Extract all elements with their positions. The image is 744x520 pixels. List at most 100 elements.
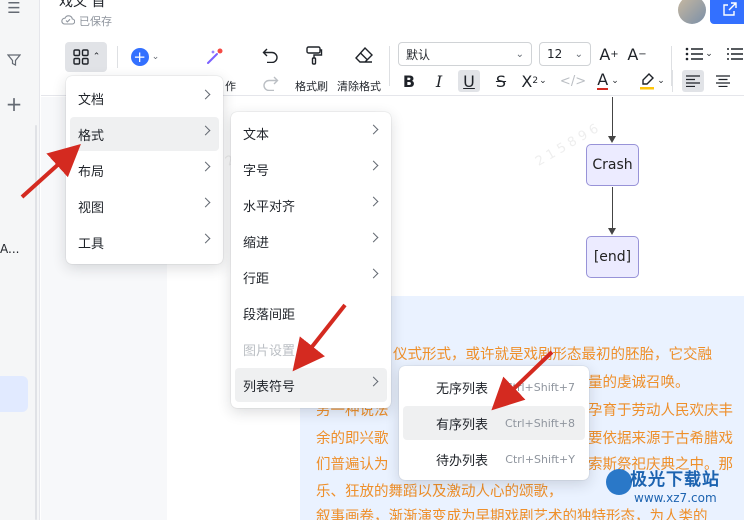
highlighter-icon: [640, 73, 655, 90]
text-line[interactable]: 余的即兴歌: [316, 430, 398, 448]
strikethrough-button[interactable]: S: [490, 70, 512, 92]
list-item-ordered[interactable]: 有序列表 Ctrl+Shift+8: [403, 406, 585, 440]
submenu-item-text[interactable]: 文本: [235, 116, 387, 150]
logo-name: 极光下载站: [630, 470, 720, 490]
chevron-down-icon: ⌄: [705, 49, 713, 59]
italic-button[interactable]: I: [428, 70, 450, 92]
format-painter-button[interactable]: [297, 42, 331, 68]
menu-item-view[interactable]: 视图: [70, 189, 219, 223]
list-icon: [685, 47, 704, 61]
bold-button[interactable]: B: [398, 70, 420, 92]
underline-button[interactable]: U: [458, 70, 480, 92]
code-icon[interactable]: </>: [560, 70, 586, 92]
chevron-right-icon: [200, 197, 211, 208]
list-item-label: 无序列表: [436, 381, 489, 397]
chevron-right-icon: [200, 233, 211, 244]
align-left-button[interactable]: [682, 70, 704, 92]
decrease-font-button[interactable]: A −: [625, 42, 649, 66]
clear-format-button[interactable]: [347, 42, 381, 68]
format-painter-label[interactable]: 格式刷: [295, 78, 328, 94]
text-line[interactable]: 要依据来源于古希腊戏: [588, 430, 744, 448]
add-icon[interactable]: +: [0, 90, 28, 118]
menu-grid-button[interactable]: ⌃: [65, 42, 107, 72]
text-line[interactable]: 们普遍认为: [316, 456, 398, 474]
cloud-check-icon: [61, 14, 76, 28]
align-center-button[interactable]: [712, 70, 734, 92]
text-line[interactable]: 量的虔诚召唤。: [588, 374, 744, 392]
sidebar-scrollbar[interactable]: [35, 125, 37, 520]
font-color-icon: A: [597, 70, 609, 90]
flow-edge: [612, 187, 613, 228]
highlight-button[interactable]: ⌄: [636, 70, 668, 92]
align-left-icon: [686, 75, 700, 87]
insert-button[interactable]: + ⌄: [127, 44, 163, 70]
magic-wand-icon: [207, 48, 223, 64]
logo-mark-icon: [606, 469, 632, 495]
collapse-sidebar-icon[interactable]: ☰: [0, 0, 28, 22]
submenu-item-indent[interactable]: 缩进: [235, 224, 387, 258]
submenu-item-label: 水平对齐: [243, 199, 296, 215]
sidebar-selected-item[interactable]: [0, 376, 28, 412]
ai-label[interactable]: 作: [225, 78, 236, 94]
list-item-label: 待办列表: [436, 453, 489, 469]
font-color-button[interactable]: A ⌄: [590, 70, 626, 92]
chevron-right-icon: [368, 232, 379, 243]
chevron-right-icon: [368, 376, 379, 387]
submenu-item-list-symbols[interactable]: 列表符号: [235, 368, 387, 402]
chevron-right-icon: [368, 160, 379, 171]
chevron-down-icon: ⌄: [151, 52, 160, 62]
document-title[interactable]: 戏文 首: [59, 0, 105, 11]
divider: [117, 46, 118, 68]
grid-icon: [73, 49, 89, 65]
more-list-button[interactable]: [725, 42, 744, 66]
filter-icon[interactable]: [0, 46, 28, 74]
save-status: 已保存: [61, 13, 112, 29]
chevron-right-icon: [200, 89, 211, 100]
undo-button[interactable]: [257, 44, 283, 66]
submenu-item-line-spacing[interactable]: 行距: [235, 260, 387, 294]
list-item-todo[interactable]: 待办列表 Ctrl+Shift+Y: [403, 442, 585, 476]
menu-item-format[interactable]: 格式: [70, 117, 219, 151]
text-line[interactable]: 孕育于劳动人民欢庆丰: [588, 402, 744, 420]
divider: [672, 70, 673, 92]
font-family-select[interactable]: 默认 ⌄: [398, 42, 532, 66]
submenu-item-paragraph-spacing[interactable]: 段落间距: [235, 296, 387, 330]
text-line[interactable]: 仪式形式，或许就是戏剧形态最初的胚胎，它交融: [393, 346, 744, 364]
chevron-right-icon: [368, 124, 379, 135]
flow-node-end[interactable]: [end]: [586, 236, 639, 278]
font-size-select[interactable]: 12 ⌄: [539, 42, 591, 66]
superscript-button[interactable]: X 2 ⌄: [519, 70, 549, 92]
submenu-item-label: 图片设置: [243, 343, 296, 359]
paint-roller-icon: [306, 46, 323, 65]
sidebar-item-partial[interactable]: A...: [0, 242, 19, 256]
submenu-item-horizontal-align[interactable]: 水平对齐: [235, 188, 387, 222]
ai-button[interactable]: [199, 44, 229, 70]
submenu-item-label: 文本: [243, 127, 270, 143]
bullet-list-button[interactable]: ⌄: [681, 42, 717, 66]
menu-item-document[interactable]: 文档: [70, 81, 219, 115]
submenu-item-image-settings: 图片设置: [235, 332, 387, 366]
avatar[interactable]: [678, 0, 706, 24]
clear-format-label[interactable]: 清除格式: [337, 78, 381, 94]
submenu-item-label: 行距: [243, 271, 270, 287]
font-family-value: 默认: [406, 47, 431, 62]
format-submenu: 文本 字号 水平对齐 缩进 行距 段落间距 图片设置 列表符号: [231, 112, 391, 408]
list-item-unordered[interactable]: 无序列表 Ctrl+Shift+7: [403, 370, 585, 404]
increase-font-button[interactable]: A +: [597, 42, 621, 66]
share-button[interactable]: [710, 0, 744, 24]
undo-icon: [262, 48, 278, 63]
menu-item-tools[interactable]: 工具: [70, 225, 219, 259]
list-item-label: 有序列表: [436, 417, 489, 433]
flow-node-crash[interactable]: Crash: [586, 144, 639, 186]
font-size-value: 12: [547, 47, 563, 61]
submenu-item-font-size[interactable]: 字号: [235, 152, 387, 186]
superscript-mark: 2: [532, 76, 539, 86]
divider: [389, 46, 390, 86]
chevron-down-icon: ⌄: [611, 76, 619, 86]
redo-button[interactable]: [257, 72, 283, 94]
chevron-right-icon: [200, 125, 211, 136]
submenu-item-label: 段落间距: [243, 307, 296, 323]
menu-item-layout[interactable]: 布局: [70, 153, 219, 187]
share-icon: [723, 2, 737, 16]
menu-item-label: 视图: [78, 200, 105, 216]
